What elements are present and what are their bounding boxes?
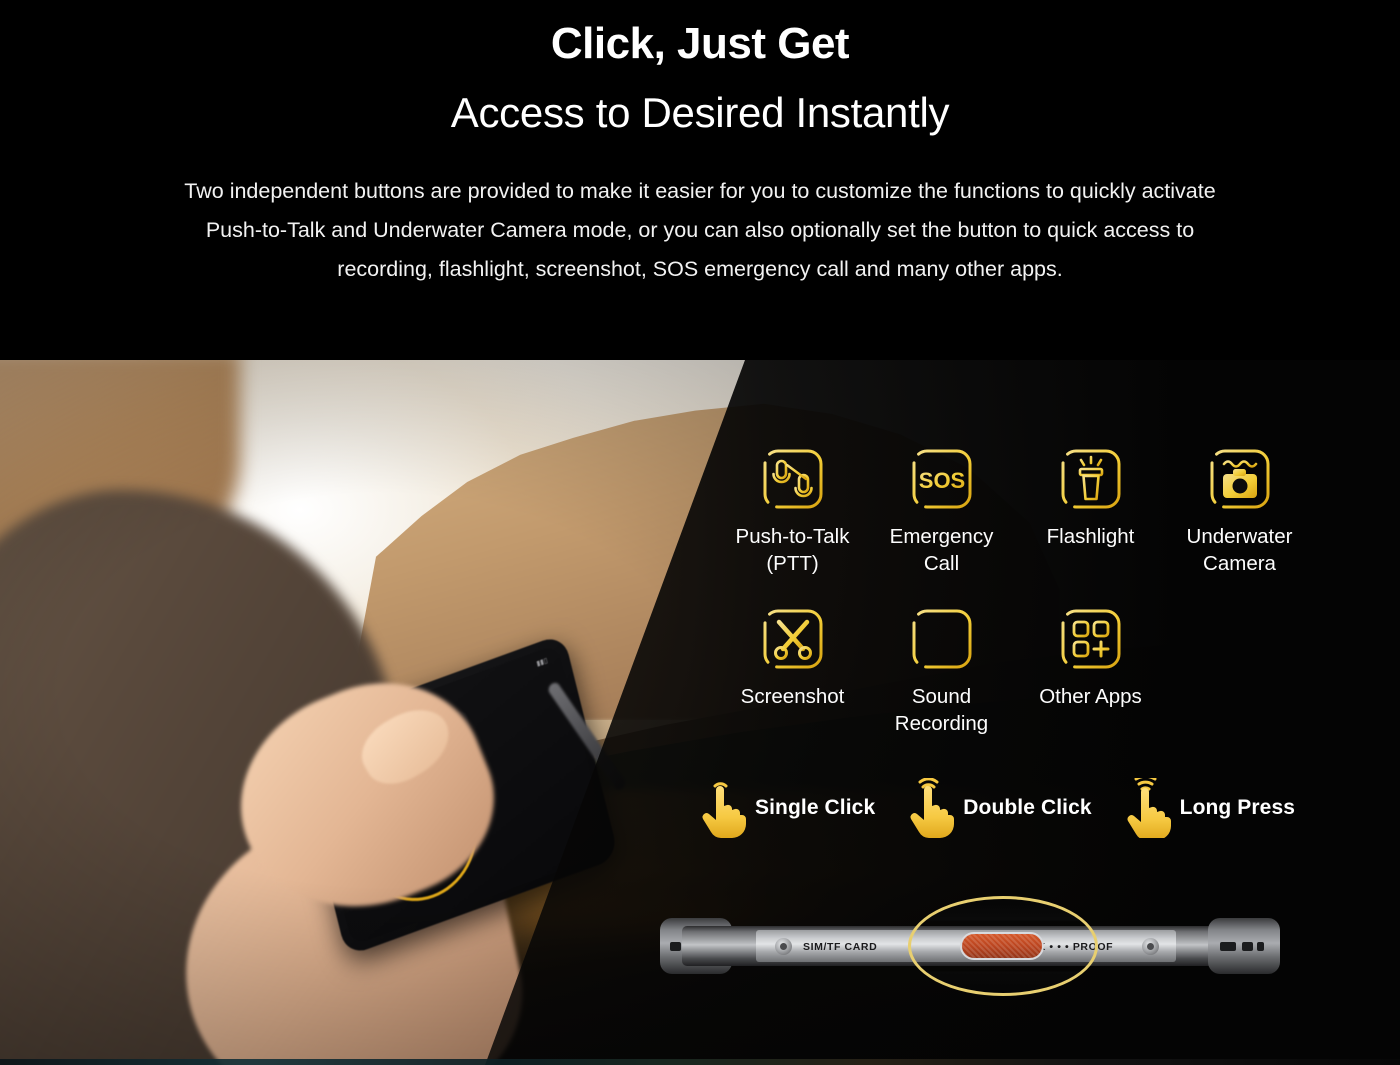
phone-side-edge: SIM/TF CARD SHOCK • • • PROOF [660,896,1280,996]
gesture-label: Long Press [1179,796,1296,819]
sound-recording-icon [908,605,976,673]
edge-slot [1220,942,1236,951]
feature-label-line1: Push-to-Talk [735,525,850,548]
header-section: Click, Just Get Access to Desired Instan… [0,0,1400,360]
sim-tf-card-label: SIM/TF CARD [803,941,878,953]
feature-label-line2: Camera [1203,552,1276,575]
sos-icon-text: SOS [918,468,964,493]
feature-row2-spacer [1165,605,1314,737]
edge-slot [1242,942,1253,951]
gesture-row: Single Click Double Click Long Press [693,774,1321,840]
header-paragraph: Two independent buttons are provided to … [184,179,1216,281]
gesture-double-click[interactable]: Double Click [901,777,1092,838]
feature-icon-grid: Push-to-Talk (PTT) SOS Emergency Call Fl… [718,445,1338,737]
feature-underwater-camera[interactable]: Underwater Camera [1165,445,1314,577]
other-apps-icon [1057,605,1125,673]
feature-sound-recording[interactable]: Sound Recording [867,605,1016,737]
underwater-camera-icon [1206,445,1274,513]
flashlight-icon [1057,445,1125,513]
feature-label-line1: Flashlight [1046,525,1135,548]
hero-image-stage: 17:18 ▮▮▯ [0,360,1400,1065]
feature-label-line2: (PTT) [766,552,819,575]
gesture-label: Single Click [755,796,876,819]
feature-label-line2: Call [923,552,960,575]
gesture-label: Double Click [963,796,1092,819]
feature-other-apps[interactable]: Other Apps [1016,605,1165,737]
hand-long-press-icon [1118,774,1174,840]
scissors-screenshot-icon [759,605,827,673]
feature-label-line1: Screenshot [740,685,845,708]
gesture-single-click[interactable]: Single Click [693,778,875,838]
feature-push-to-talk[interactable]: Push-to-Talk (PTT) [718,445,867,577]
feature-row-2: Screenshot Sound Recording Other Apps [718,605,1338,737]
feature-label-line1: Underwater [1186,525,1293,548]
feature-screenshot[interactable]: Screenshot [718,605,867,737]
edge-screw-left [775,938,792,955]
feature-row-1: Push-to-Talk (PTT) SOS Emergency Call Fl… [718,445,1338,577]
edge-slot [1257,942,1264,951]
hand-double-tap-icon [901,777,957,838]
feature-emergency-call[interactable]: SOS Emergency Call [867,445,1016,577]
feature-label-line1: Emergency [889,525,994,548]
bottom-edge-strip [0,1059,1400,1065]
page-title-line1: Click, Just Get [550,19,850,68]
edge-screw-right [1142,938,1159,955]
feature-flashlight[interactable]: Flashlight [1016,445,1165,577]
sos-icon: SOS [908,445,976,513]
page-title-line2: Access to Desired Instantly [450,89,950,136]
magnifier-circle [908,896,1098,996]
feature-label-line1: Other Apps [1039,685,1142,708]
edge-cap-right [1208,918,1280,974]
push-to-talk-icon [759,445,827,513]
feature-label-line1: Sound [911,685,972,708]
edge-slot [670,942,681,951]
gesture-long-press[interactable]: Long Press [1118,774,1296,840]
feature-label-line2: Recording [894,712,989,735]
hand-single-tap-icon [693,778,749,838]
